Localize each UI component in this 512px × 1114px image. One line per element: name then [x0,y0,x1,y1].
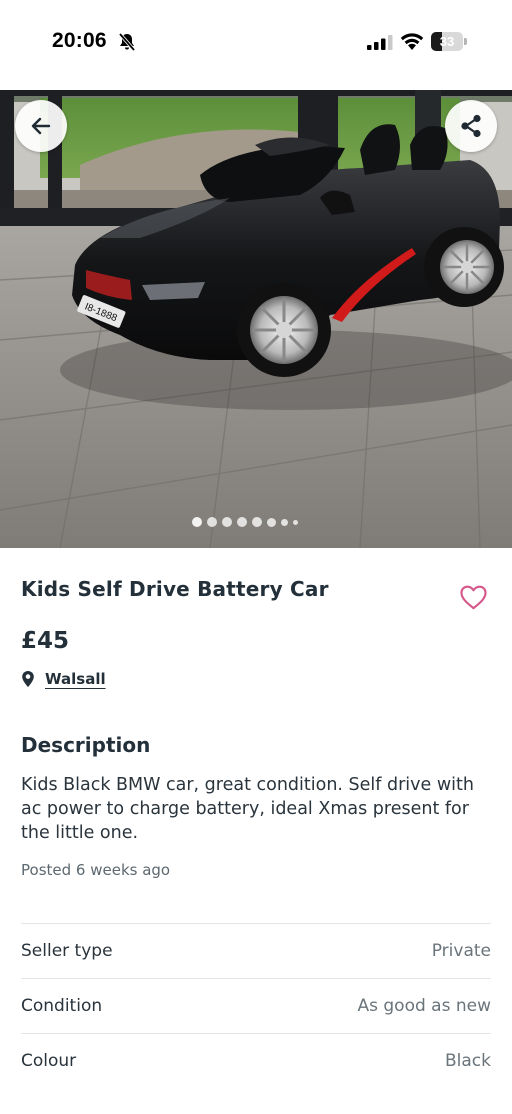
description-heading: Description [21,733,151,757]
back-button[interactable] [15,100,67,152]
arrow-left-icon [31,117,51,135]
cellular-signal-icon [367,35,393,50]
gallery-pagination [192,517,298,527]
battery-level: 33 [439,34,455,49]
description-text: Kids Black BMW car, great condition. Sel… [21,775,474,843]
listing-price: £45 [21,628,70,654]
attribute-value: Private [431,941,491,961]
pagination-dot[interactable] [293,519,298,525]
attribute-label: Seller type [21,941,113,961]
share-icon [461,114,481,138]
bell-slash-icon [118,32,136,52]
wifi-icon [400,33,424,50]
listing-photo: I8-1888 [0,90,512,548]
pagination-dot[interactable] [207,517,217,527]
location-link[interactable]: Walsall [45,670,106,688]
attribute-value: Black [445,1051,491,1071]
posted-time: Posted 6 weeks ago [21,861,171,879]
pagination-dot-active[interactable] [192,517,202,527]
listing-location[interactable]: Walsall [21,668,106,690]
attributes-table: Seller type Private Condition As good as… [21,923,491,1088]
attribute-row-condition: Condition As good as new [21,978,491,1033]
pagination-dot[interactable] [237,517,247,527]
attribute-row-colour: Colour Black [21,1033,491,1088]
heart-outline-icon[interactable] [459,584,488,611]
status-bar: 20:06 33 [0,0,512,90]
pagination-dot[interactable] [267,517,276,527]
status-time: 20:06 [52,29,107,52]
attribute-label: Colour [21,1051,77,1071]
attribute-row-seller-type: Seller type Private [21,923,491,978]
attribute-label: Condition [21,996,103,1016]
pagination-dot[interactable] [252,517,262,527]
map-pin-icon [22,671,34,687]
share-button[interactable] [445,100,497,152]
attribute-value: As good as new [357,996,492,1016]
listing-photo-gallery[interactable]: I8-1888 [0,90,512,548]
battery-icon: 33 [431,32,467,51]
listing-title: Kids Self Drive Battery Car [21,577,329,601]
pagination-dot[interactable] [281,518,288,526]
pagination-dot[interactable] [222,517,232,527]
